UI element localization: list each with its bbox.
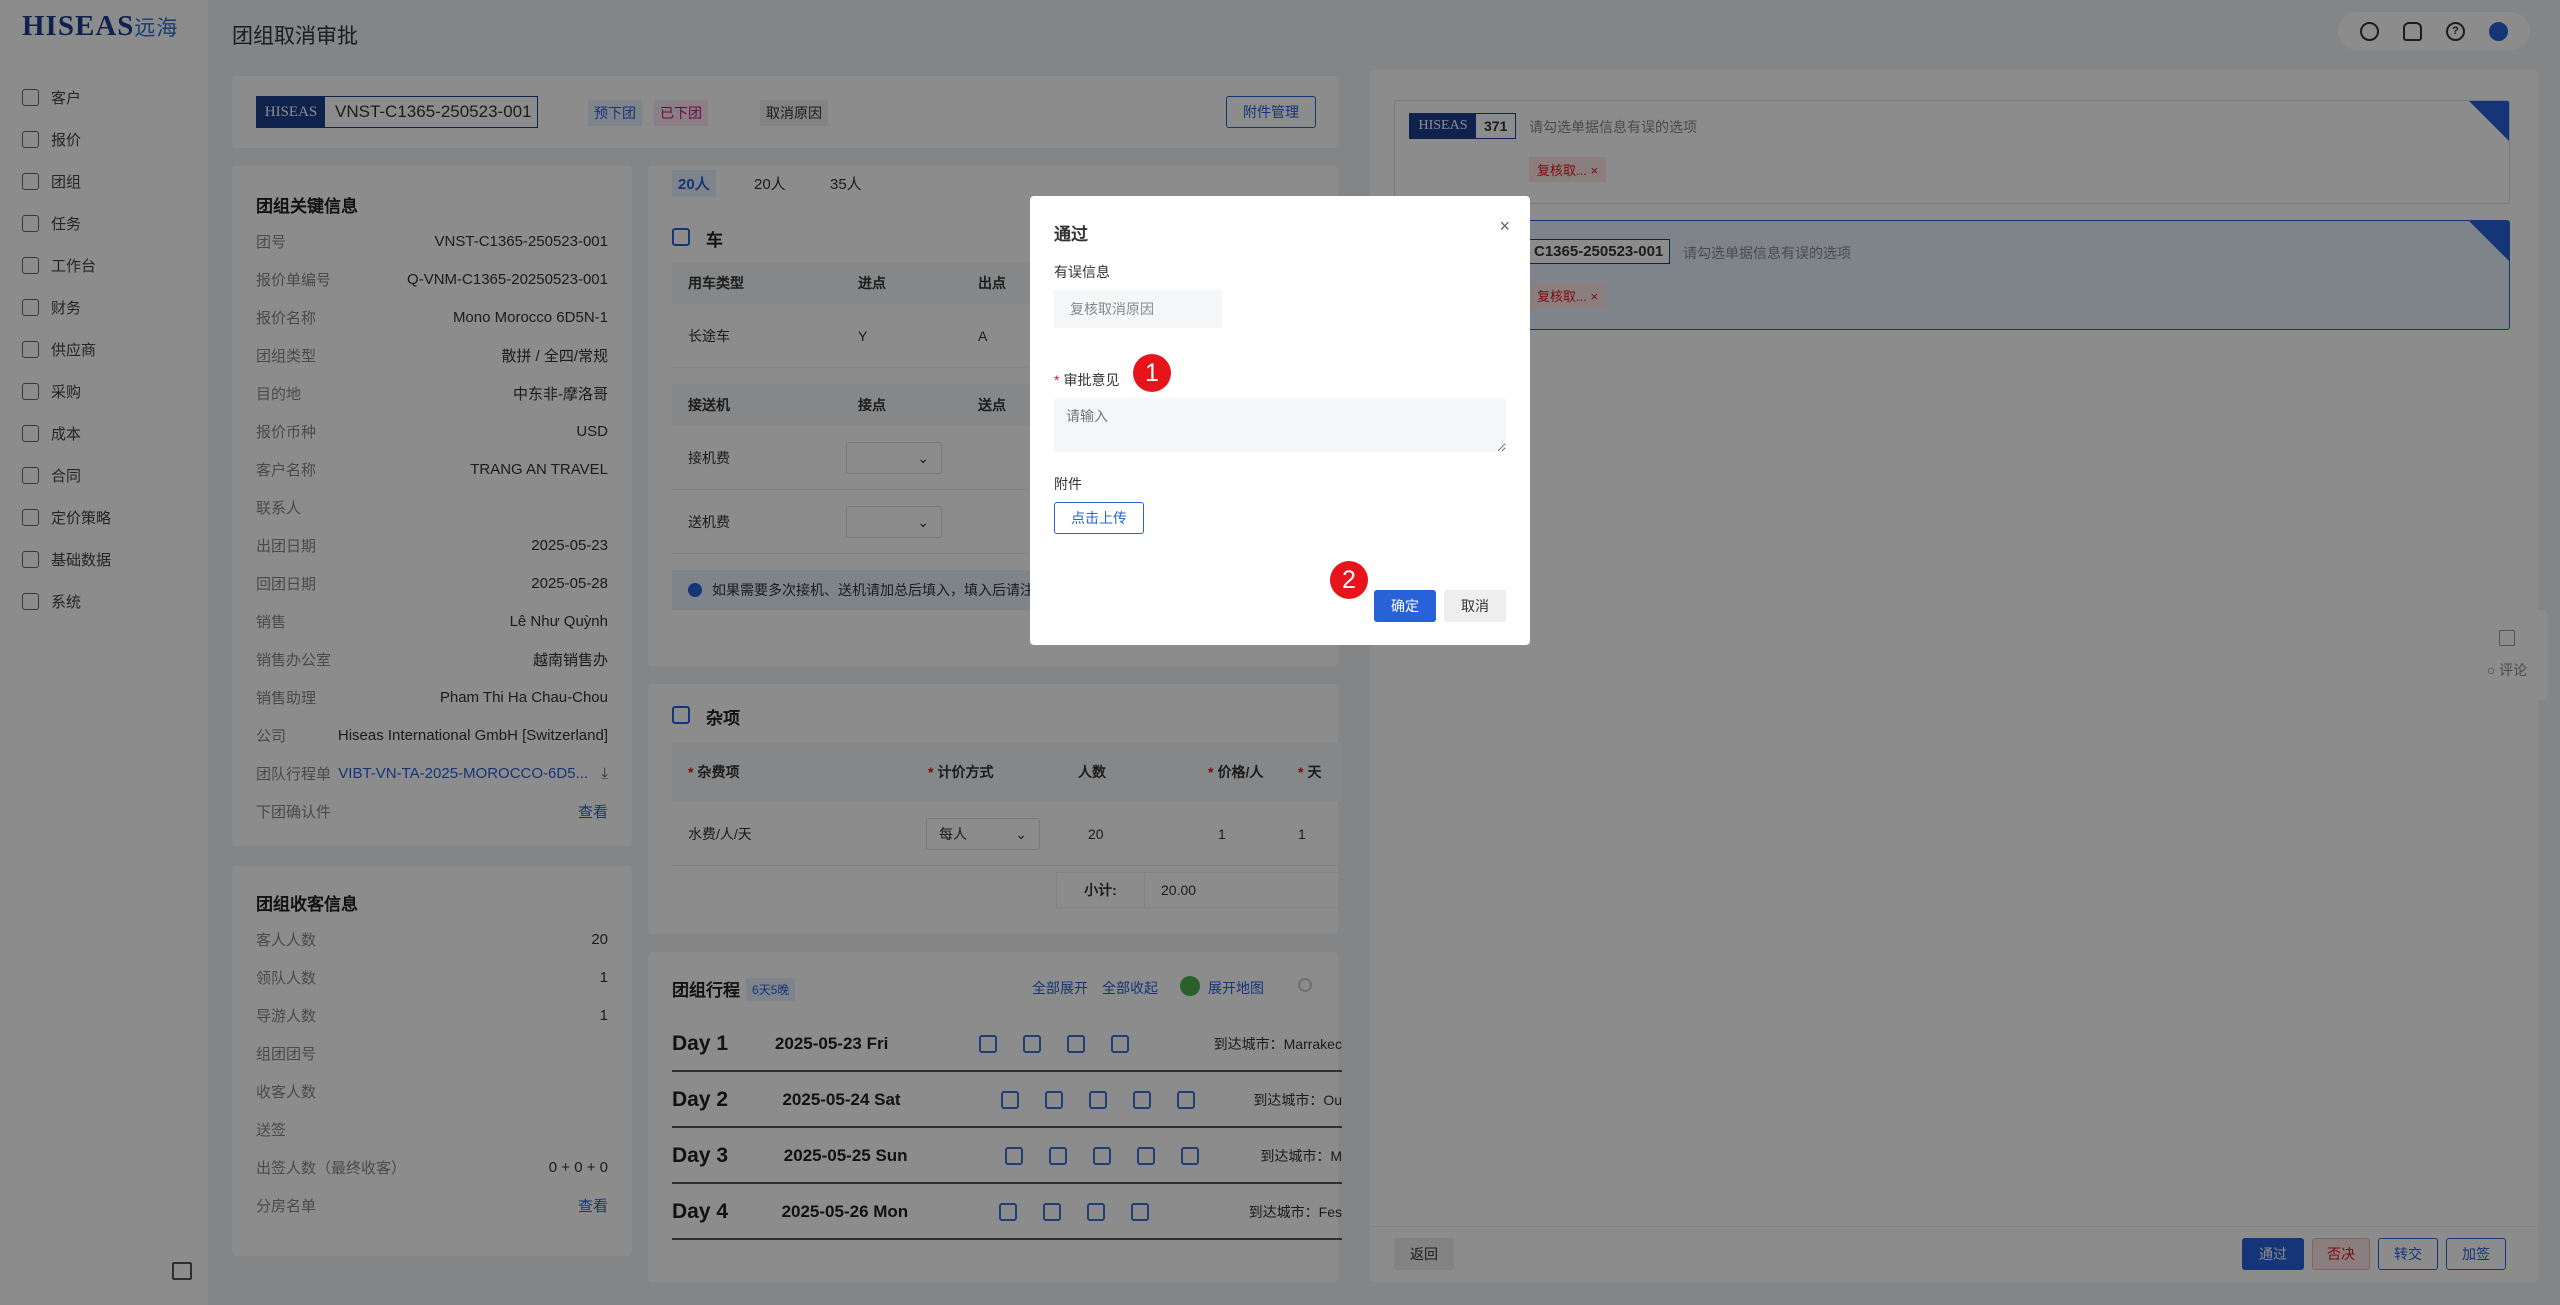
opinion-label: * 审批意见 [1054,372,1120,388]
annotation-badge-2: 2 [1330,561,1368,599]
cancel-button[interactable]: 取消 [1444,590,1506,622]
modal-title: 通过 [1054,225,1088,244]
confirm-button[interactable]: 确定 [1374,590,1436,622]
attachment-label: 附件 [1054,476,1082,492]
upload-button[interactable]: 点击上传 [1054,502,1144,534]
annotation-badge-1: 1 [1133,354,1171,392]
approve-modal: 通过 × 有误信息 复核取消原因 *审批意见 附件 点击上传 确定 取消 [1030,196,1530,645]
error-info-label: 有误信息 [1054,264,1110,280]
close-icon[interactable]: × [1499,216,1510,237]
opinion-input[interactable] [1054,398,1506,452]
error-info-value: 复核取消原因 [1054,290,1222,328]
